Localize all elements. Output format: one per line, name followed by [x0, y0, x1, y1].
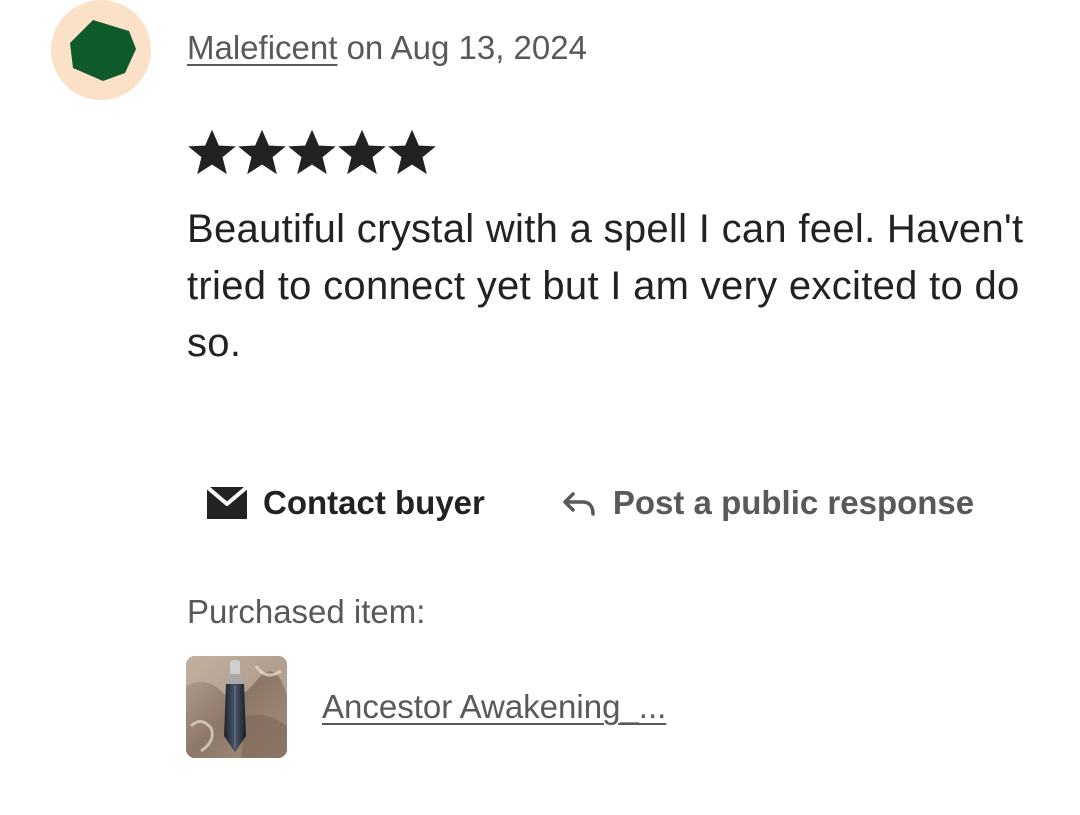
purchased-item-link[interactable]: Ancestor Awakening_... — [322, 686, 666, 728]
purchased-item-label: Purchased item: — [187, 593, 426, 630]
review-date: on Aug 13, 2024 — [346, 29, 587, 66]
star-icon — [238, 129, 286, 175]
pentagon-avatar-icon — [70, 20, 136, 81]
reviewer-avatar — [51, 0, 151, 100]
mail-icon — [205, 485, 249, 519]
star-rating — [187, 128, 437, 178]
review-byline: Maleficent on Aug 13, 2024 — [187, 28, 587, 68]
reply-arrow-icon — [563, 492, 595, 516]
review-actions: Contact buyer Post a public response — [205, 480, 974, 526]
star-icon — [388, 129, 436, 175]
purchased-item-thumbnail[interactable] — [186, 656, 287, 758]
star-icon — [288, 129, 336, 175]
crystal-pendant-photo — [186, 656, 287, 758]
post-public-response-label: Post a public response — [612, 484, 975, 521]
review-text: Beautiful crystal with a spell I can fee… — [187, 207, 1024, 365]
post-public-response-button[interactable]: Post a public response — [561, 480, 974, 526]
star-icon — [188, 129, 236, 175]
star-icon — [338, 129, 386, 175]
reviewer-name-link[interactable]: Maleficent — [187, 29, 337, 66]
contact-buyer-button[interactable]: Contact buyer — [205, 480, 485, 526]
contact-buyer-label: Contact buyer — [263, 484, 485, 521]
